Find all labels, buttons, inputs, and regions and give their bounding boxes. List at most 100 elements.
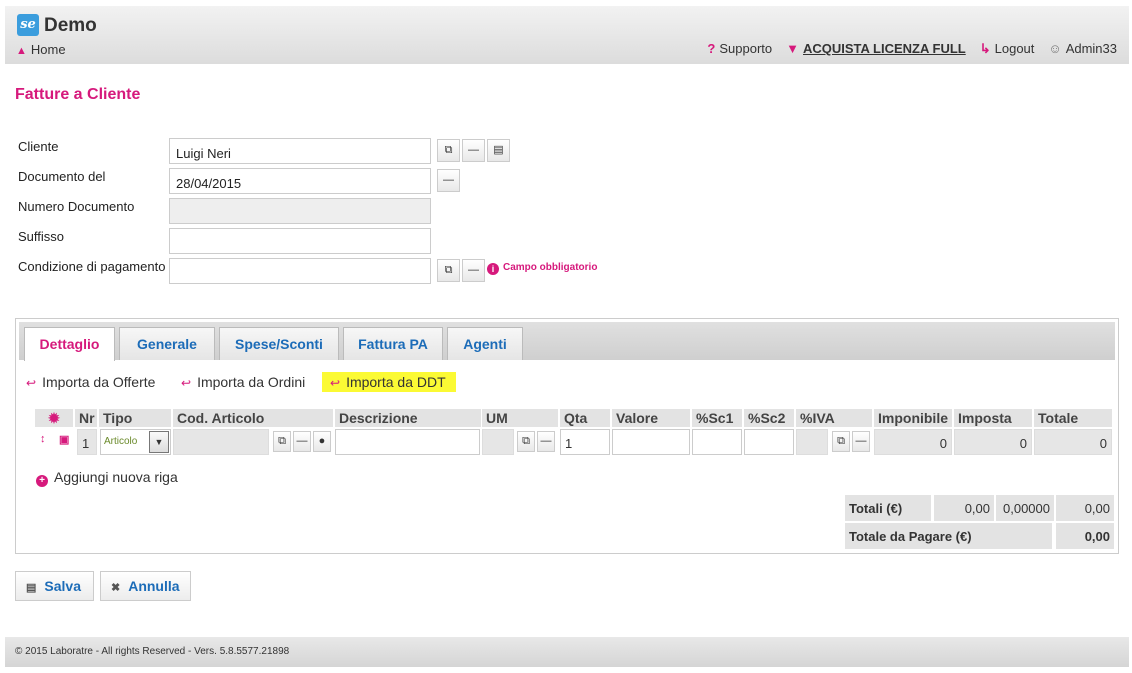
suffisso-label: Suffisso [18,229,65,244]
license-label: ACQUISTA LICENZA FULL [803,41,966,56]
suffisso-field[interactable] [169,228,431,254]
clear-icon[interactable]: — [293,431,311,452]
calendar-icon[interactable]: ▤ [487,139,510,162]
documento-label: Documento del [18,169,106,184]
col-um: UM [482,409,558,427]
import-ordini-link[interactable]: ↩ Importa da Ordini [181,374,305,390]
tab-spese-sconti[interactable]: Spese/Sconti [219,327,339,360]
tab-bar: Dettaglio Generale Spese/Sconti Fattura … [19,322,1115,361]
clear-icon[interactable]: — [437,169,460,192]
cliente-label: Cliente [18,139,59,154]
row-nr: 1 [77,429,97,455]
open-icon[interactable]: ⧉ [273,431,291,452]
totali-imposta: 0,00000 [996,495,1054,521]
sc1-field[interactable] [692,429,742,455]
numero-field [169,198,431,224]
import-arrow-icon: ↩ [26,376,37,390]
import-arrow-icon: ↩ [330,376,341,390]
logout-link[interactable]: ↳ Logout [980,41,1035,57]
totali-imponibile: 0,00 [934,495,994,521]
col-sc1: %Sc1 [692,409,742,427]
close-icon: ✖ [111,582,121,594]
um-field[interactable] [482,429,514,455]
user-label: Admin33 [1065,41,1117,56]
col-tipo: Tipo [99,409,171,427]
open-icon[interactable]: ⧉ [437,259,460,282]
app-title: Demo [44,15,97,36]
open-icon[interactable]: ⧉ [517,431,535,452]
condizione-field[interactable] [169,258,431,284]
home-icon: ▲ [16,45,27,57]
logout-icon: ↳ [979,41,991,56]
home-label: Home [30,42,66,57]
move-row-icon[interactable]: ↕ [40,433,46,445]
imposta-value: 0 [954,429,1032,455]
cart-icon: ▼ [786,41,799,56]
tipo-select-value: Articolo [104,436,138,447]
totale-pagare-value: 0,00 [1056,523,1114,549]
tab-dettaglio[interactable]: Dettaglio [24,327,115,361]
clear-icon[interactable]: — [852,431,870,452]
question-icon: ? [707,41,716,56]
totali-totale: 0,00 [1056,495,1114,521]
app-logo: se [17,14,39,36]
import-ddt-link[interactable]: ↩ Importa da DDT [322,372,456,392]
info-icon[interactable]: ● [313,431,331,452]
import-ddt-label: Importa da DDT [346,374,446,390]
totale-value: 0 [1034,429,1112,455]
open-icon[interactable]: ⧉ [832,431,850,452]
clear-icon[interactable]: — [462,259,485,282]
sc2-field[interactable] [744,429,794,455]
cod-articolo-field[interactable] [173,429,269,455]
col-cod-articolo: Cod. Articolo [173,409,333,427]
floppy-icon: ▤ [26,582,37,594]
condizione-label: Condizione di pagamento [18,259,166,274]
license-link[interactable]: ▼ ACQUISTA LICENZA FULL [786,41,966,57]
import-offerte-link[interactable]: ↩ Importa da Offerte [26,374,155,390]
iva-field[interactable] [796,429,828,455]
clear-icon[interactable]: — [537,431,555,452]
delete-row-icon[interactable]: ▣ [59,433,69,446]
app-header: se Demo ▲ Home ? Supporto ▼ ACQUISTA LICENZ… [5,6,1129,64]
documento-date-field[interactable]: 28/04/2015 [169,168,431,194]
col-iva: %IVA [796,409,872,427]
col-totale: Totale [1034,409,1112,427]
settings-icon[interactable]: ✹ [35,409,73,427]
support-link[interactable]: ? Supporto [707,41,772,57]
valore-field[interactable] [612,429,690,455]
descrizione-field[interactable] [335,429,480,455]
open-icon[interactable]: ⧉ [437,139,460,162]
col-descrizione: Descrizione [335,409,481,427]
tab-generale[interactable]: Generale [119,327,215,360]
col-valore: Valore [612,409,690,427]
user-link[interactable]: ☺ Admin33 [1048,41,1117,57]
tab-agenti[interactable]: Agenti [447,327,523,360]
col-sc2: %Sc2 [744,409,794,427]
cliente-field[interactable]: Luigi Neri [169,138,431,164]
tab-fattura-pa[interactable]: Fattura PA [343,327,443,360]
numero-label: Numero Documento [18,199,135,214]
col-nr: Nr [75,409,97,427]
totali-label: Totali (€) [845,495,931,521]
logout-label: Logout [994,41,1035,56]
save-button[interactable]: ▤ Salva [15,571,94,601]
plus-icon: + [36,475,48,487]
add-row-button[interactable]: + Aggiungi nuova riga [36,469,178,487]
chevron-down-icon[interactable]: ▼ [149,431,169,453]
cancel-button[interactable]: ✖ Annulla [100,571,191,601]
top-nav: ? Supporto ▼ ACQUISTA LICENZA FULL ↳ Logout… [707,41,1117,57]
user-icon: ☺ [1048,41,1062,56]
imponibile-value: 0 [874,429,952,455]
clear-icon[interactable]: — [462,139,485,162]
home-link[interactable]: ▲ Home [16,42,66,57]
add-row-label: Aggiungi nuova riga [54,469,178,485]
col-imponibile: Imponibile [874,409,952,427]
cancel-label: Annulla [128,578,180,594]
col-qta: Qta [560,409,610,427]
support-label: Supporto [719,41,773,56]
page-title: Fatture a Cliente [15,86,141,103]
qta-field[interactable]: 1 [560,429,610,455]
col-imposta: Imposta [954,409,1032,427]
import-offerte-label: Importa da Offerte [42,374,156,390]
tipo-select[interactable]: Articolo ▼ [100,429,171,455]
